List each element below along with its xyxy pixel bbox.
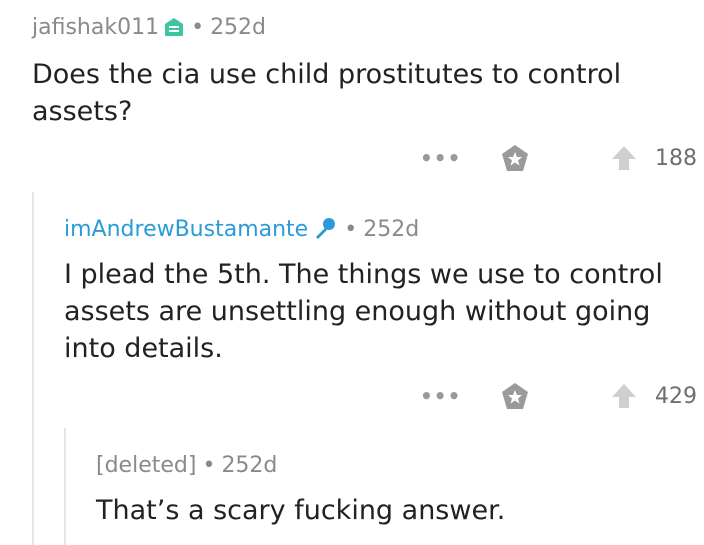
comment-3-body: That’s a scary fucking answer. xyxy=(96,495,506,526)
comment-1-upvote-icon[interactable] xyxy=(610,144,638,172)
comment-1-award-icon[interactable] xyxy=(500,144,530,174)
comment-2-award-icon[interactable] xyxy=(500,382,530,412)
comment-2-body: I plead the 5th. The things we use to co… xyxy=(64,259,663,364)
comment-3-age: 252d xyxy=(221,452,278,478)
comment-2-meta: imAndrewBustamante • 252d xyxy=(64,214,419,244)
comment-1-username[interactable]: jafishak011 xyxy=(32,15,159,40)
comment-2-vote-count: 429 xyxy=(655,384,697,409)
comment-1-meta: jafishak011 • 252d xyxy=(32,12,266,42)
comment-1-more-button[interactable]: ••• xyxy=(420,146,461,170)
comment-2-more-button[interactable]: ••• xyxy=(420,384,461,408)
meta-separator: • xyxy=(202,452,216,478)
comment-2-username[interactable]: imAndrewBustamante xyxy=(64,217,308,242)
flair-shield-icon xyxy=(163,16,185,38)
thread-line-level-2 xyxy=(64,428,66,545)
meta-separator: • xyxy=(191,14,205,40)
thread-line-level-1 xyxy=(32,192,34,545)
comment-1-age: 252d xyxy=(210,14,267,40)
comment-3-meta: [deleted] • 252d xyxy=(96,450,277,480)
comment-3-username: [deleted] xyxy=(96,452,197,478)
comment-1-vote-count: 188 xyxy=(655,146,697,171)
flair-microphone-icon xyxy=(312,217,338,241)
comment-2-age: 252d xyxy=(363,216,420,242)
meta-separator: • xyxy=(344,216,358,242)
comment-1-body: Does the cia use child prostitutes to co… xyxy=(32,59,622,127)
comment-2-upvote-icon[interactable] xyxy=(610,382,638,410)
